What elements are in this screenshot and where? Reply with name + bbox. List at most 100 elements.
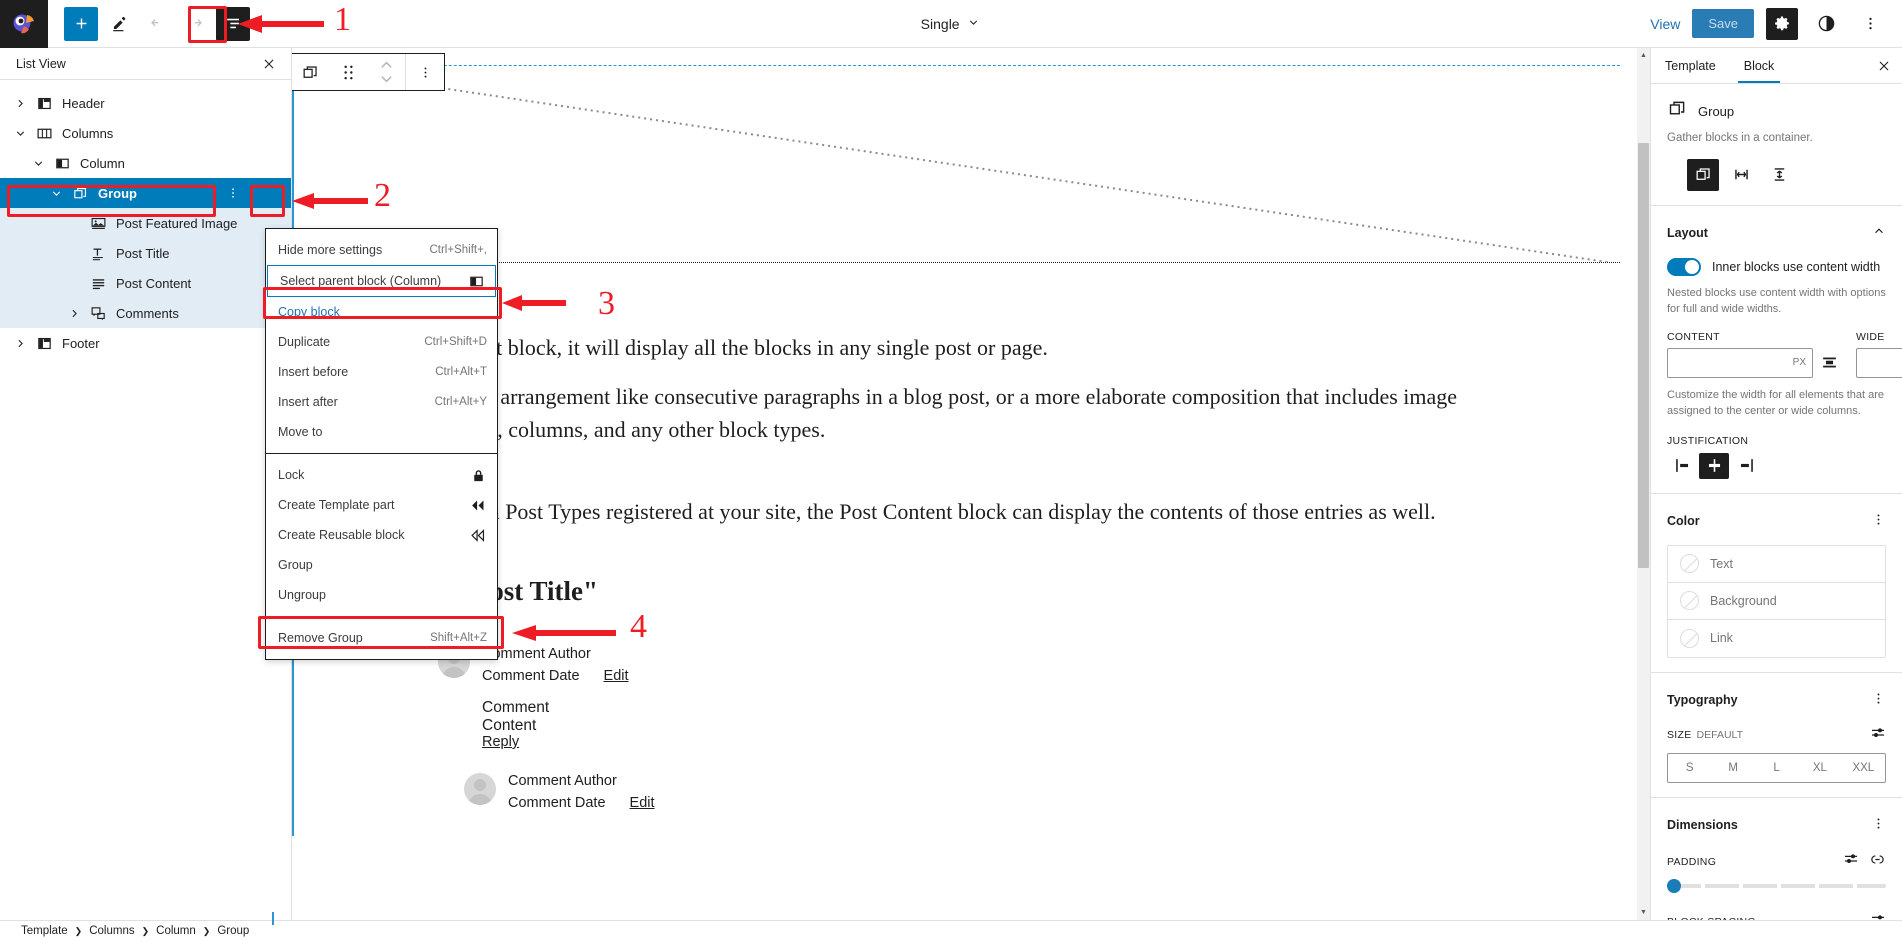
sidebar-item-post-content[interactable]: Post Content xyxy=(0,268,291,298)
breadcrumb-item-column[interactable]: Column xyxy=(156,925,196,937)
justify-center-button[interactable] xyxy=(1699,452,1729,479)
select-parent-block-column-menu-item[interactable]: Select parent block (Column) xyxy=(267,265,496,297)
sliders-icon[interactable] xyxy=(1870,725,1886,746)
lock-menu-item[interactable]: Lock xyxy=(266,460,497,490)
justify-left-button[interactable] xyxy=(1667,453,1697,479)
chevron-down-icon[interactable] xyxy=(8,127,32,140)
contrast-half-circle-icon[interactable] xyxy=(1810,8,1842,40)
padding-slider-track[interactable] xyxy=(1667,878,1886,893)
justify-right-button[interactable] xyxy=(1731,453,1761,479)
view-link[interactable]: View xyxy=(1650,16,1680,32)
chevron-right-icon[interactable] xyxy=(8,337,32,350)
chevron-right-icon[interactable] xyxy=(8,97,32,110)
copy-block-menu-item[interactable]: Copy block xyxy=(266,297,497,327)
canvas-vertical-scrollbar[interactable]: ▲ ▼ xyxy=(1637,48,1650,920)
font-size-l-button[interactable]: L xyxy=(1755,754,1798,782)
content-width-icon[interactable] xyxy=(1821,354,1838,371)
menu-item-label: Lock xyxy=(278,468,305,482)
template-selector[interactable]: Single xyxy=(250,16,1650,32)
color-option-link[interactable]: Link xyxy=(1668,620,1885,657)
move-up-down-buttons[interactable] xyxy=(367,54,405,90)
vertical-ellipsis-icon[interactable] xyxy=(1871,691,1886,709)
breadcrumb-item-template[interactable]: Template xyxy=(21,925,68,937)
insert-after-menu-item[interactable]: Insert after Ctrl+Alt+Y xyxy=(266,387,497,417)
add-block-button[interactable] xyxy=(64,6,98,41)
close-icon[interactable] xyxy=(257,52,281,76)
sliders-icon[interactable] xyxy=(1843,851,1859,872)
menu-item-shortcut: Ctrl+Shift+, xyxy=(429,244,487,256)
sidebar-item-post-featured-image[interactable]: Post Featured Image xyxy=(0,208,291,238)
content-width-input[interactable] xyxy=(1667,347,1813,378)
comment-edit-link[interactable]: Edit xyxy=(630,795,655,811)
chevron-down-icon[interactable] xyxy=(26,157,50,170)
font-size-xxl-button[interactable]: XXL xyxy=(1842,754,1885,782)
group-variation-button[interactable] xyxy=(1687,158,1719,191)
inner-blocks-content-width-row[interactable]: Inner blocks use content width xyxy=(1667,257,1886,276)
padding-slider-knob[interactable] xyxy=(1667,878,1681,893)
breadcrumb-separator: ❯ xyxy=(74,925,83,936)
font-size-s-button[interactable]: S xyxy=(1668,754,1711,782)
chevron-down-icon[interactable] xyxy=(44,187,68,200)
save-button[interactable]: Save xyxy=(1692,9,1754,38)
color-option-text[interactable]: Text xyxy=(1668,546,1885,583)
duplicate-menu-item[interactable]: Duplicate Ctrl+Shift+D xyxy=(266,327,497,357)
close-icon[interactable] xyxy=(1872,54,1896,78)
row-variation-button[interactable] xyxy=(1725,159,1757,191)
gear-icon[interactable] xyxy=(1766,7,1798,40)
list-view-toggle[interactable] xyxy=(216,6,250,41)
sidebar-item-header[interactable]: Header xyxy=(0,88,291,118)
block-settings-sidebar: Template Block Group Gather blocks in a … xyxy=(1650,48,1902,920)
tab-template[interactable]: Template xyxy=(1651,48,1730,83)
chevron-right-icon[interactable] xyxy=(62,307,86,320)
scrollbar-thumb[interactable] xyxy=(1638,143,1649,568)
font-size-xl-button[interactable]: XL xyxy=(1798,754,1841,782)
create-reusable-block-menu-item[interactable]: Create Reusable block xyxy=(266,520,497,550)
layout-panel: Layout Inner blocks use content width Ne… xyxy=(1651,206,1902,494)
redo-arrow-icon[interactable] xyxy=(178,7,212,41)
group-icon[interactable] xyxy=(292,54,329,90)
wide-width-input[interactable] xyxy=(1856,347,1902,378)
sliders-icon[interactable] xyxy=(1870,912,1886,920)
create-template-part-menu-item[interactable]: Create Template part xyxy=(266,490,497,520)
sidebar-item-columns[interactable]: Columns xyxy=(0,118,291,148)
sidebar-item-footer[interactable]: Footer xyxy=(0,328,291,358)
sidebar-item-group[interactable]: Group xyxy=(0,178,291,208)
group-block-options-kebab[interactable] xyxy=(221,181,245,205)
comment-reply-link[interactable]: Reply xyxy=(482,734,519,750)
link-sides-icon[interactable] xyxy=(1869,851,1886,873)
hide-more-settings-menu-item[interactable]: Hide more settings Ctrl+Shift+, xyxy=(266,235,497,265)
columns-icon xyxy=(32,125,56,142)
drag-dots-icon[interactable] xyxy=(329,54,367,90)
wordpress-logo-icon[interactable] xyxy=(0,0,48,48)
comment-content[interactable]: Comment Content xyxy=(482,699,549,735)
triangle-down-icon[interactable]: ▼ xyxy=(1637,905,1650,920)
sidebar-item-comments[interactable]: Comments xyxy=(0,298,291,328)
breadcrumb-item-group[interactable]: Group xyxy=(217,925,249,937)
sidebar-item-column[interactable]: Column xyxy=(0,148,291,178)
tab-block[interactable]: Block xyxy=(1730,48,1789,83)
color-option-background[interactable]: Background xyxy=(1668,583,1885,620)
remove-group-menu-item[interactable]: Remove Group Shift+Alt+Z xyxy=(266,623,497,653)
vertical-ellipsis-icon[interactable] xyxy=(1854,8,1886,40)
ungroup-menu-item[interactable]: Ungroup xyxy=(266,580,497,610)
chevron-up-icon[interactable] xyxy=(1872,224,1886,241)
block-name-label: Group xyxy=(1698,103,1735,119)
block-options-kebab-icon[interactable] xyxy=(406,54,444,90)
comment-edit-link[interactable]: Edit xyxy=(604,668,629,684)
edit-tools-pencil-icon[interactable] xyxy=(102,7,136,41)
group-menu-item[interactable]: Group xyxy=(266,550,497,580)
breadcrumb-item-columns[interactable]: Columns xyxy=(89,925,134,937)
insert-before-menu-item[interactable]: Insert before Ctrl+Alt+T xyxy=(266,357,497,387)
layout-panel-header[interactable]: Layout xyxy=(1667,220,1886,246)
move-to-menu-item[interactable]: Move to xyxy=(266,417,497,447)
font-size-m-button[interactable]: M xyxy=(1711,754,1754,782)
undo-arrow-icon[interactable] xyxy=(140,7,174,41)
inner-blocks-content-width-toggle[interactable] xyxy=(1667,257,1701,276)
menu-item-label: Hide more settings xyxy=(278,243,383,257)
vertical-ellipsis-icon[interactable] xyxy=(1871,512,1886,530)
vertical-ellipsis-icon[interactable] xyxy=(1871,816,1886,834)
sidebar-item-post-title[interactable]: Post Title xyxy=(0,238,291,268)
triangle-up-icon[interactable]: ▲ xyxy=(1637,48,1650,63)
stack-variation-button[interactable] xyxy=(1763,159,1795,191)
padding-slider[interactable] xyxy=(1667,878,1886,893)
